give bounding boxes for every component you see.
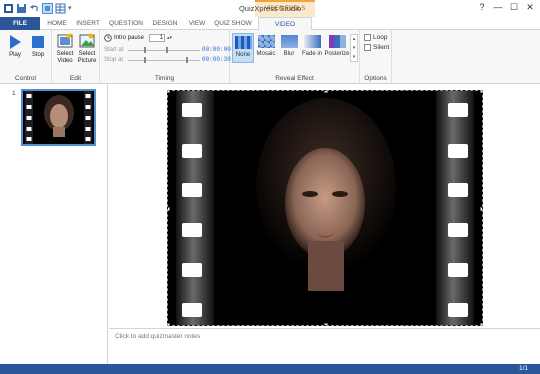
timing-group: Intro pause 1 ▴▾ Start at 00:00:00 Stop … [100,30,231,84]
reveal-blur-label: Blur [283,51,295,57]
select-video-label-1: Select [56,51,74,57]
film-icon [57,33,73,48]
slide-thumbnail[interactable] [21,89,96,146]
posterize-effect-icon [328,35,346,48]
loop-label: Loop [373,34,388,41]
start-at-label: Start at [104,47,124,53]
stop-at-label: Stop at [104,57,124,63]
options-group-label: Options [364,75,387,82]
timing-group-label: Timing [154,75,175,82]
tab-quiz-show[interactable]: QUIZ SHOW [213,17,253,30]
intro-pause-spinner[interactable]: ▴▾ [167,35,172,41]
tab-video[interactable]: VIDEO [258,17,312,31]
select-video-button[interactable]: Select Video [54,33,76,65]
reveal-blur[interactable]: Blur [278,33,300,63]
blur-effect-icon [280,35,298,48]
resize-handle-bottom-left[interactable] [168,323,170,325]
control-group: Play Stop Control [0,30,52,84]
tab-file[interactable]: FILE [0,17,40,30]
resize-handle-top-left[interactable] [168,91,170,93]
window-title: QuizXpress Studio [238,4,302,13]
start-time-field[interactable]: 00:00:00 [202,46,231,53]
slide-number: 1 [12,90,16,97]
status-bar: 1/1 [0,364,540,374]
reveal-fade-in-label: Fade in [301,51,322,57]
stop-label: Stop [31,52,45,58]
tab-question[interactable]: QUESTION [106,17,146,30]
intro-pause-input[interactable]: 1 [149,34,166,42]
reveal-fade-in[interactable]: Fade in [300,33,324,63]
play-label: Play [9,52,21,58]
edit-group-label: Edit [69,75,82,82]
silent-checkbox-box[interactable] [364,44,371,51]
tab-design[interactable]: DESIGN [149,17,181,30]
reveal-posterize-label: Posterize [324,51,350,57]
reveal-effect-group: None Mosaic Blur Fade in Posterize ▴ ▾ ▾ R… [230,30,360,84]
resize-handle-top[interactable] [324,91,328,93]
stop-slider-track[interactable] [128,60,200,61]
stop-button[interactable]: Stop [27,34,49,59]
select-picture-button[interactable]: Select Picture [76,33,98,65]
loop-checkbox-box[interactable] [364,34,371,41]
stop-time-field[interactable]: 00:00:30 [202,56,231,63]
reveal-effect-group-label: Reveal Effect [275,75,314,82]
notes-placeholder[interactable]: Click to add quizmaster notes [115,333,200,340]
reveal-mosaic-label: Mosaic [256,51,276,57]
silent-label: Silent [373,44,390,51]
editor-canvas [109,84,540,328]
clock-icon [104,34,112,42]
resize-handle-bottom-right[interactable] [480,323,482,325]
resize-handle-left[interactable] [168,207,170,211]
page-indicator: 1/1 [518,365,528,372]
minimize-button[interactable]: — [490,2,506,14]
mosaic-effect-icon [257,35,275,48]
none-effect-icon [234,36,252,49]
tab-view[interactable]: VIEW [184,17,210,30]
resize-handle-bottom[interactable] [324,323,328,325]
intro-pause-label: Intro pause [114,35,145,41]
ribbon-tabs: FILE HOME INSERT QUESTION DESIGN VIEW QU… [0,17,540,31]
intro-pause-row: Intro pause 1 ▴▾ [104,34,172,42]
start-slider-end-thumb[interactable] [166,47,168,53]
select-picture-label-1: Select [78,51,96,57]
ribbon: Play Stop Control Select Video Select Pi… [0,30,540,84]
start-slider-thumb[interactable] [144,47,146,53]
video-frame[interactable] [167,90,483,326]
play-button[interactable]: Play [4,34,26,59]
start-slider-track[interactable] [128,50,200,51]
fade-in-effect-icon [303,35,321,48]
select-video-label-2: Video [57,58,73,64]
tab-insert[interactable]: INSERT [73,17,103,30]
picture-icon [79,33,95,48]
select-picture-label-2: Picture [77,58,97,64]
loop-checkbox[interactable]: Loop [364,34,387,41]
thumbnail-video-frame [23,91,94,144]
maximize-button[interactable]: ☐ [506,2,522,14]
options-group: Loop Silent Options [360,30,392,84]
title-bar: ▾ VIDEO TOOLS QuizXpress Studio ? — ☐ ✕ [0,0,540,17]
control-group-label: Control [15,75,36,82]
video-preview [168,91,482,325]
stop-slider-thumb[interactable] [144,57,146,63]
slide-pane: 1 [0,84,108,364]
reveal-mosaic[interactable]: Mosaic [254,33,278,63]
reveal-posterize[interactable]: Posterize [324,33,350,63]
reveal-none-label: None [235,52,251,58]
stop-slider-end-thumb[interactable] [186,57,188,63]
silent-checkbox[interactable]: Silent [364,44,389,51]
resize-handle-top-right[interactable] [480,91,482,93]
window-controls: ? — ☐ ✕ [474,2,538,14]
reveal-none[interactable]: None [232,33,254,63]
notes-pane[interactable]: Click to add quizmaster notes [109,328,540,364]
edit-group: Select Video Select Picture Edit [52,30,100,84]
tab-home[interactable]: HOME [43,17,71,30]
gallery-scroll[interactable]: ▴ ▾ ▾ [350,34,358,62]
resize-handle-right[interactable] [480,207,482,211]
close-button[interactable]: ✕ [522,2,538,14]
play-icon [10,35,21,49]
stop-icon [32,36,44,48]
help-icon[interactable]: ? [474,2,490,14]
